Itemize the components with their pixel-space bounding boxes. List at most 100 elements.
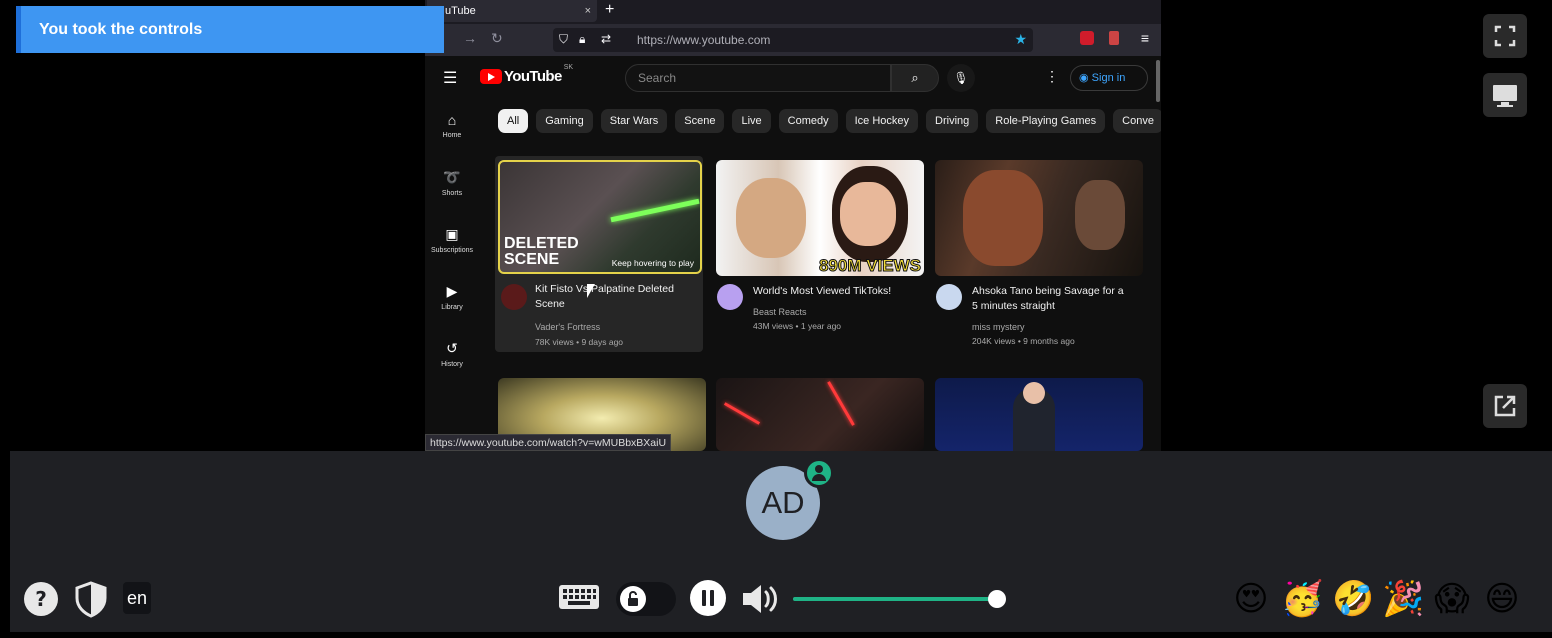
browser-nav-bar: → ↻ ⛉ 🔒︎ ⇄ https://www.youtube.com ★ ≡	[425, 24, 1161, 56]
chip-conversation[interactable]: Conve	[1113, 109, 1161, 133]
remote-browser-window[interactable]: uTube × + → ↻ ⛉ 🔒︎ ⇄ https://www.youtube…	[425, 0, 1161, 451]
volume-handle[interactable]	[988, 590, 1007, 608]
remote-stage: uTube × + → ↻ ⛉ 🔒︎ ⇄ https://www.youtube…	[10, 0, 1552, 451]
country-code: SK	[563, 64, 574, 71]
chip-ice-hockey[interactable]: Ice Hockey	[845, 109, 919, 133]
channel-name[interactable]: Beast Reacts	[753, 307, 807, 317]
close-icon[interactable]: ×	[585, 0, 591, 22]
sign-in-button[interactable]: ◉ Sign in	[1070, 65, 1148, 91]
bookmark-star-icon[interactable]: ★	[1014, 31, 1027, 48]
pause-button[interactable]	[690, 580, 726, 616]
channel-avatar[interactable]	[936, 284, 962, 310]
chip-star-wars[interactable]: Star Wars	[600, 109, 668, 133]
video-thumbnail[interactable]: DELETED SCENE Keep hovering to play	[498, 160, 702, 274]
shorts-icon: ➰	[443, 169, 461, 185]
microphone-icon[interactable]: 🎙︎	[947, 64, 975, 92]
reaction-rolling-laughing[interactable]: 🤣	[1332, 579, 1374, 619]
hover-hint: Keep hovering to play	[611, 258, 694, 268]
video-title[interactable]: World's Most Viewed TikToks!	[753, 284, 913, 299]
volume-slider[interactable]	[793, 590, 1007, 608]
youtube-wordmark: YouTube	[504, 68, 562, 85]
reaction-party-face[interactable]: 🥳	[1281, 579, 1323, 619]
sidebar-item-home[interactable]: ⌂ Home	[425, 112, 479, 139]
toggle-knob	[620, 586, 646, 612]
youtube-search-input[interactable]: Search	[625, 64, 891, 92]
new-tab-button[interactable]: +	[605, 0, 614, 20]
svg-text:?: ?	[35, 587, 47, 611]
chip-comedy[interactable]: Comedy	[778, 109, 838, 133]
video-thumbnail[interactable]	[935, 378, 1143, 451]
shield-icon	[75, 581, 107, 618]
tab-title: uTube	[445, 5, 476, 17]
external-link-icon	[1494, 395, 1516, 417]
person-graphic	[1023, 382, 1045, 404]
permissions-icon[interactable]: ⇄	[601, 32, 611, 46]
video-title[interactable]: Ahsoka Tano being Savage for a 5 minutes…	[972, 284, 1132, 314]
unlock-icon	[628, 591, 638, 606]
thumbnail-overlay-text: DELETED SCENE	[504, 235, 579, 268]
extension-icon[interactable]	[1080, 31, 1094, 45]
security-button[interactable]	[74, 580, 108, 623]
control-lock-toggle[interactable]	[616, 582, 676, 616]
screen-share-button[interactable]	[1483, 73, 1527, 117]
reaction-heart-eyes[interactable]: 😍	[1231, 579, 1271, 619]
address-bar[interactable]: ⛉ 🔒︎ ⇄ https://www.youtube.com ★	[553, 28, 1033, 52]
account-icon: ◉	[1079, 72, 1089, 84]
video-meta: 43M views • 1 year ago	[753, 321, 842, 331]
reload-icon[interactable]: ↻	[491, 30, 503, 47]
video-thumbnail[interactable]	[716, 378, 924, 451]
reaction-screaming[interactable]: 😱	[1432, 579, 1472, 619]
chip-all[interactable]: All	[498, 109, 529, 133]
channel-avatar[interactable]	[717, 284, 743, 310]
youtube-play-icon	[480, 69, 502, 84]
browser-tab[interactable]: uTube ×	[427, 0, 597, 22]
channel-avatar[interactable]	[501, 284, 527, 310]
chip-driving[interactable]: Driving	[926, 109, 979, 133]
video-thumbnail[interactable]: 890M VIEWS	[716, 160, 924, 276]
sidebar-item-library[interactable]: ▶ Library	[425, 283, 479, 311]
browser-menu-icon[interactable]: ≡	[1141, 30, 1149, 46]
reaction-party-popper[interactable]: 🎉	[1382, 579, 1424, 619]
more-options-icon[interactable]: ⋮	[1045, 68, 1059, 85]
mute-button[interactable]	[740, 581, 786, 622]
face-graphic	[840, 182, 896, 246]
keyboard-icon	[559, 585, 599, 609]
chip-role-playing-games[interactable]: Role-Playing Games	[986, 109, 1106, 133]
lock-icon[interactable]: 🔒︎	[579, 32, 585, 47]
chip-scene[interactable]: Scene	[675, 109, 725, 133]
help-button[interactable]: ?	[23, 581, 59, 622]
face-graphic	[963, 170, 1043, 266]
lightsaber-graphic	[610, 198, 700, 223]
video-title[interactable]: Kit Fisto Vs Palpatine Deleted Scene	[535, 282, 695, 312]
sign-in-label: Sign in	[1091, 72, 1126, 84]
face-graphic	[1075, 180, 1125, 250]
keyboard-button[interactable]	[558, 582, 600, 617]
chip-live[interactable]: Live	[732, 109, 771, 133]
subscriptions-icon: ▣	[445, 226, 459, 242]
link-status-bar: https://www.youtube.com/watch?v=wMUBbxBX…	[425, 434, 672, 451]
fullscreen-button[interactable]	[1483, 14, 1527, 58]
channel-name[interactable]: Vader's Fortress	[535, 322, 600, 332]
volume-fill	[793, 597, 998, 601]
shield-icon[interactable]: ⛉	[559, 32, 568, 47]
control-notification: You took the controls	[16, 6, 444, 53]
filter-chips: All Gaming Star Wars Scene Live Comedy I…	[498, 109, 1161, 133]
hamburger-menu-icon[interactable]: ☰	[443, 68, 457, 88]
youtube-logo[interactable]: YouTube SK	[480, 64, 573, 85]
video-thumbnail[interactable]	[935, 160, 1143, 276]
pop-out-button[interactable]	[1483, 384, 1527, 428]
search-icon[interactable]: ⌕	[891, 64, 939, 92]
forward-icon[interactable]: →	[463, 30, 477, 46]
host-badge-icon	[804, 458, 834, 488]
language-selector[interactable]: en	[123, 582, 151, 614]
sidebar-item-subscriptions[interactable]: ▣ Subscriptions	[425, 226, 479, 254]
video-card[interactable]: DELETED SCENE Keep hovering to play Kit …	[495, 156, 703, 352]
reaction-grinning[interactable]: 😄	[1482, 579, 1522, 619]
face-graphic	[736, 178, 806, 258]
sidebar-item-shorts[interactable]: ➰ Shorts	[425, 169, 479, 197]
channel-name[interactable]: miss mystery	[972, 322, 1025, 332]
extension-2-icon[interactable]	[1109, 31, 1119, 45]
page-scrollbar[interactable]	[1156, 60, 1160, 102]
chip-gaming[interactable]: Gaming	[536, 109, 593, 133]
sidebar-item-history[interactable]: ↺ History	[425, 340, 479, 368]
